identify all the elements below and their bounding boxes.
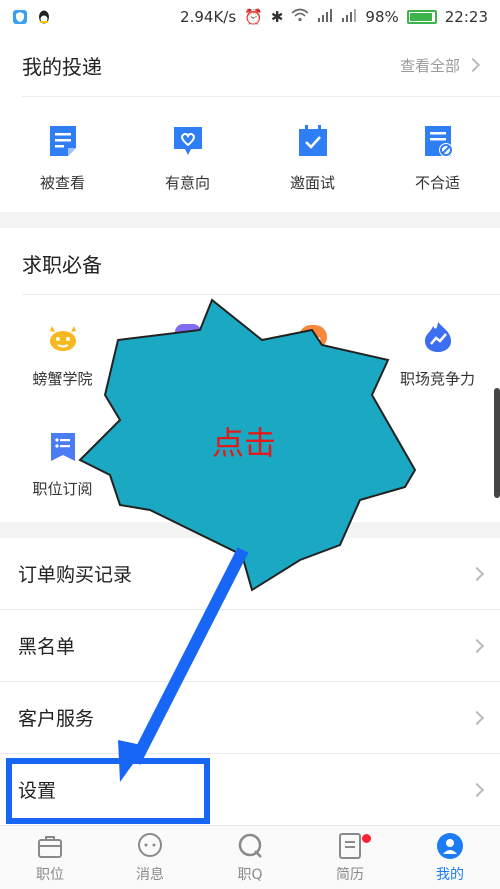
tab-resume[interactable]: 简历 [300,826,400,889]
menu-customer-service[interactable]: 客户服务 [0,682,500,754]
q-bubble-icon [238,833,262,858]
tab-mine-label: 我的 [436,867,464,883]
net-speed: 2.94K/s [180,8,237,26]
menu-order-history[interactable]: 订单购买记录 [0,538,500,610]
calendar-check-icon [298,125,327,156]
view-all-link[interactable]: 查看全部 [399,55,481,76]
signal-icon-2 [341,8,357,26]
delivery-interview[interactable]: 邀面试 [250,124,375,193]
section-gap [0,522,500,538]
essential-competitiveness[interactable]: 职场竞争力 [375,320,500,389]
deliveries-grid: 被查看 有意向 邀面试 不合适 [0,124,500,193]
smile-icon [298,325,327,349]
wifi-icon [291,8,309,26]
battery-icon [406,10,437,24]
tab-zhiq[interactable]: 职Q [200,826,300,889]
essential-competitiveness-label: 职场竞争力 [399,370,475,388]
essentials-header: 求职必备 [0,232,500,294]
menu-blacklist[interactable]: 黑名单 [0,610,500,682]
delivery-interested[interactable]: 有意向 [125,124,250,193]
subscription-icon [50,433,75,461]
battery-percent: 98% [365,8,399,26]
document-icon [49,126,76,156]
delivery-viewed[interactable]: 被查看 [0,124,125,193]
resume-icon [339,833,361,859]
chevron-right-icon [465,57,481,73]
deliveries-title: 我的投递 [22,54,102,79]
clock: 22:23 [444,8,488,26]
essential-crab-academy[interactable]: 螃蟹学院 [0,320,125,389]
tab-mine[interactable]: 我的 [400,826,500,889]
bluetooth-icon: ✱ [270,8,284,26]
delivery-unsuitable-label: 不合适 [414,174,460,192]
delivery-unsuitable[interactable]: 不合适 [375,124,500,193]
shield-app-icon [12,9,28,25]
essential-job-subscription-label: 职位订阅 [32,480,93,498]
divider [22,96,500,97]
tab-zhiq-label: 职Q [237,867,263,883]
document-forbidden-icon [424,126,453,157]
chevron-right-icon [469,782,485,797]
essential-job-subscription[interactable]: 职位订阅 [0,430,125,499]
delivery-interested-label: 有意向 [164,174,210,192]
divider [22,294,500,295]
deliveries-header: 我的投递 查看全部 [0,34,500,96]
briefcase-icon [38,836,62,858]
tab-jobs-label: 职位 [36,867,64,883]
menu-order-history-label: 订单购买记录 [18,564,133,586]
essentials-grid-row2: 职位订阅 [0,430,500,499]
essential-item-2[interactable] [125,320,250,389]
notification-dot [362,834,371,843]
profile-icon [437,833,463,859]
signal-icon [317,8,333,26]
tab-resume-label: 简历 [336,867,364,883]
tab-jobs[interactable]: 职位 [0,826,100,889]
menu-customer-service-label: 客户服务 [18,708,95,730]
section-gap [0,212,500,228]
tab-messages[interactable]: 消息 [100,826,200,889]
purple-icon [174,324,201,350]
essential-crab-academy-label: 螃蟹学院 [32,370,93,388]
chevron-right-icon [469,638,485,653]
tab-messages-label: 消息 [136,867,164,883]
essential-item-3[interactable] [250,320,375,389]
status-bar: 2.94K/s ⏰ ✱ 98% 22:23 [0,0,500,34]
qq-icon [36,9,52,25]
bottom-tab-bar: 职位 消息 职Q 简历 我的 [0,825,500,889]
essentials-title: 求职必备 [22,252,102,277]
menu-settings-label: 设置 [18,780,57,802]
essentials-grid-row1: 螃蟹学院 职场竞争力 [0,320,500,389]
view-all-label: 查看全部 [399,56,460,75]
alarm-icon: ⏰ [244,8,263,26]
chevron-right-icon [469,566,485,581]
chevron-right-icon [469,710,485,725]
chat-icon [138,833,162,857]
delivery-interview-label: 邀面试 [289,174,335,192]
delivery-viewed-label: 被查看 [39,174,85,192]
menu-blacklist-label: 黑名单 [18,636,76,658]
menu-settings[interactable]: 设置 [0,754,500,826]
flame-trend-icon [424,322,451,352]
crab-icon [49,326,76,351]
heart-message-icon [173,127,202,155]
